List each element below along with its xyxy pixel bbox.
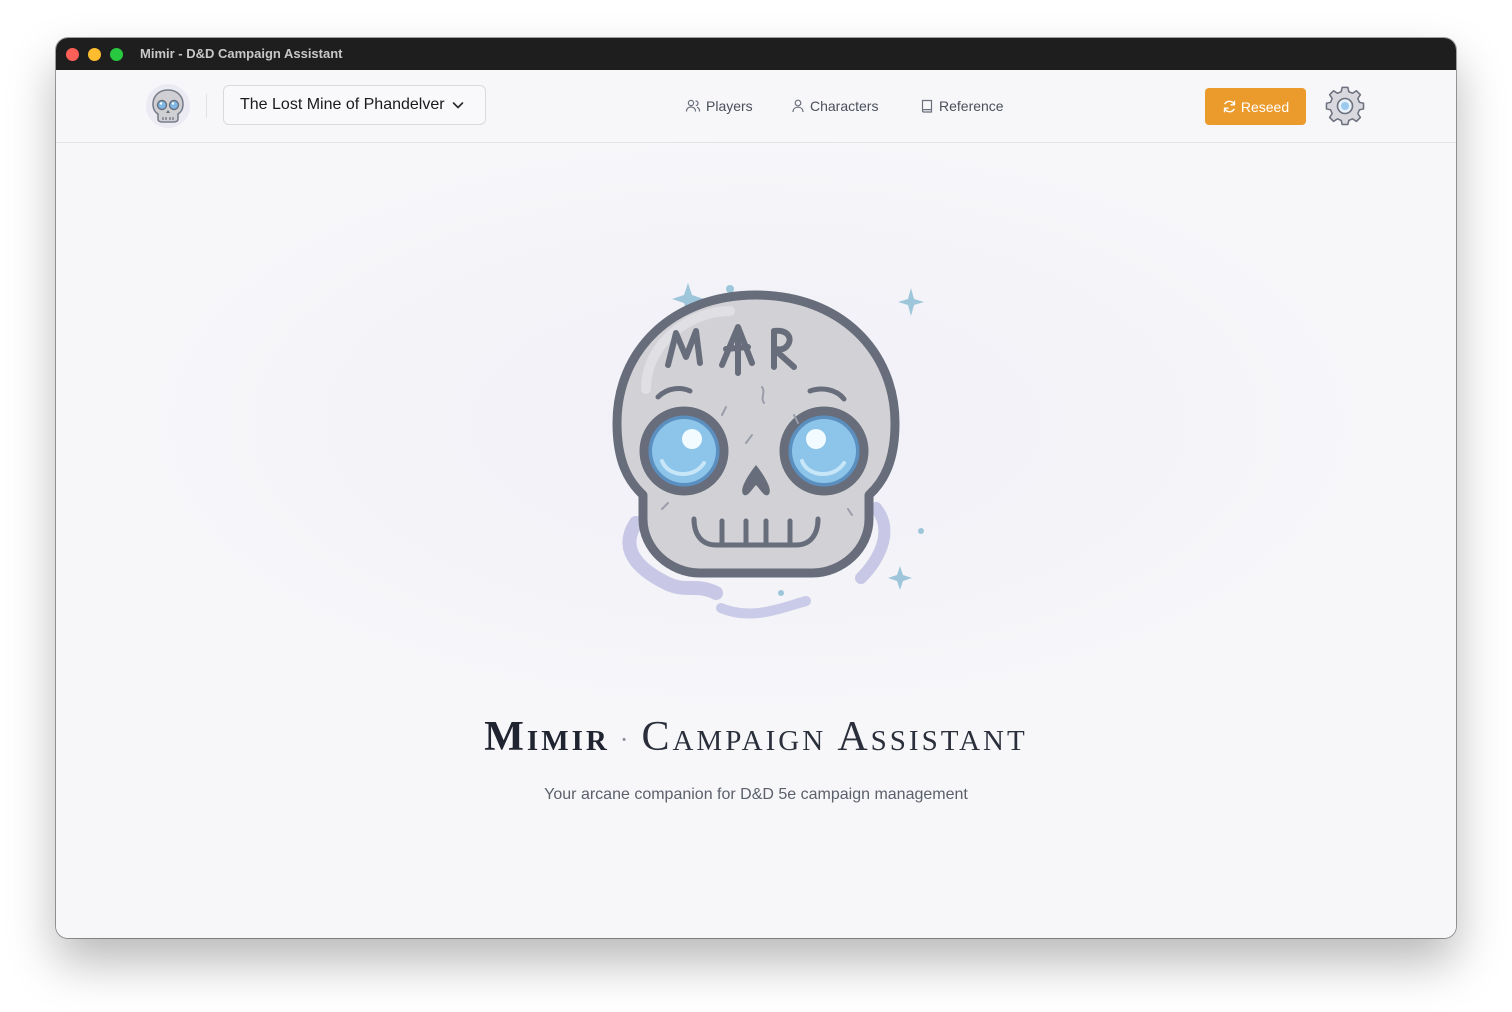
- chevron-down-icon: [451, 98, 465, 112]
- header-divider: [206, 94, 207, 118]
- title-separator-dot: ·: [619, 725, 632, 755]
- refresh-icon: [1223, 100, 1236, 113]
- nav-reference[interactable]: Reference: [920, 70, 1004, 142]
- nav-reference-label: Reference: [939, 98, 1004, 114]
- main-content: Mimir · Campaign Assistant Your arcane com…: [56, 143, 1456, 938]
- window-title: Mimir - D&D Campaign Assistant: [140, 46, 343, 61]
- skull-logo-icon[interactable]: [144, 82, 192, 130]
- nav-players[interactable]: Players: [685, 70, 753, 142]
- app-title-brand: Mimir: [484, 714, 610, 760]
- app-subtitle: Your arcane companion for D&D 5e campaig…: [544, 786, 968, 803]
- close-window-button[interactable]: [66, 47, 79, 61]
- reseed-button[interactable]: Reseed: [1205, 88, 1306, 125]
- zoom-window-button[interactable]: [110, 47, 123, 61]
- app-window: Mimir - D&D Campaign Assistant The Lost …: [56, 38, 1456, 938]
- app-title: Mimir · Campaign Assistant: [56, 713, 1456, 761]
- campaign-select-value: The Lost Mine of Phandelver: [240, 96, 445, 113]
- book-icon: [921, 99, 933, 113]
- nav-players-label: Players: [706, 98, 753, 114]
- user-icon: [792, 99, 804, 113]
- mimir-skull-illustration: [612, 283, 924, 619]
- top-navigation-bar: The Lost Mine of Phandelver Players Char…: [56, 70, 1456, 143]
- window-controls: [66, 47, 123, 61]
- reseed-label: Reseed: [1240, 98, 1290, 115]
- title-bar: Mimir - D&D Campaign Assistant: [56, 38, 1456, 70]
- minimize-window-button[interactable]: [88, 47, 101, 61]
- nav-characters[interactable]: Characters: [791, 70, 878, 142]
- campaign-select[interactable]: The Lost Mine of Phandelver: [223, 85, 486, 125]
- nav-characters-label: Characters: [810, 98, 879, 114]
- gear-icon[interactable]: [1324, 85, 1366, 127]
- users-icon: [685, 99, 701, 112]
- app-title-tagline: Campaign Assistant: [641, 714, 1028, 760]
